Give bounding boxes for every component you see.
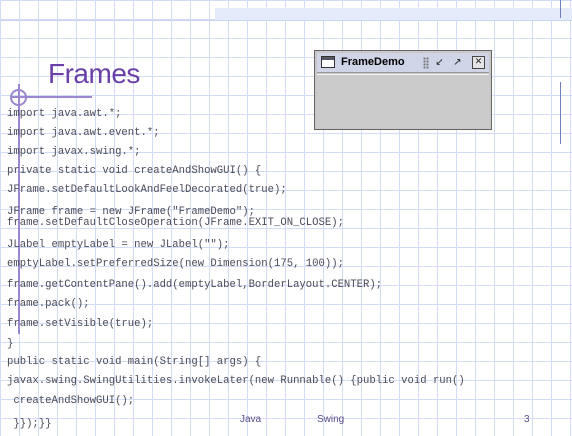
code-line: frame.getContentPane().add(emptyLabel,Bo… bbox=[7, 279, 383, 291]
window-icon[interactable] bbox=[321, 56, 335, 68]
code-line: JFrame.setDefaultLookAndFeelDecorated(tr… bbox=[7, 184, 287, 196]
close-icon[interactable]: ✕ bbox=[472, 56, 485, 69]
page-number: 3 bbox=[524, 414, 530, 425]
minimize-icon[interactable]: ↙ bbox=[433, 56, 446, 69]
framedemo-window: FrameDemo ↙ ↗ ✕ bbox=[314, 50, 492, 130]
code-line: }});}} bbox=[7, 418, 52, 430]
code-line: import javax.swing.*; bbox=[7, 146, 141, 158]
code-line: frame.setVisible(true); bbox=[7, 318, 154, 330]
code-line: frame.pack(); bbox=[7, 298, 90, 310]
code-line: } bbox=[7, 338, 14, 350]
right-rule bbox=[560, 0, 561, 18]
code-line: JLabel emptyLabel = new JLabel(""); bbox=[7, 239, 230, 251]
top-divider bbox=[0, 20, 572, 21]
code-line: frame.setDefaultCloseOperation(JFrame.EX… bbox=[7, 217, 344, 229]
code-line: public static void main(String[] args) { bbox=[7, 356, 262, 368]
slide: Frames import java.awt.*; import java.aw… bbox=[0, 0, 572, 436]
framedemo-title: FrameDemo bbox=[341, 56, 405, 68]
code-line: private static void createAndShowGUI() { bbox=[7, 165, 262, 177]
code-line: import java.awt.event.*; bbox=[7, 127, 160, 139]
footer-left: Java bbox=[240, 414, 262, 425]
code-line: createAndShowGUI(); bbox=[7, 395, 135, 407]
slide-title: Frames bbox=[48, 58, 140, 89]
top-band bbox=[215, 8, 572, 20]
footer-center: Swing bbox=[317, 414, 345, 425]
framedemo-titlebar[interactable]: FrameDemo ↙ ↗ ✕ bbox=[317, 53, 489, 73]
code-line: javax.swing.SwingUtilities.invokeLater(n… bbox=[7, 375, 465, 387]
grip-icon bbox=[423, 57, 429, 69]
framedemo-content-pane bbox=[317, 74, 489, 128]
maximize-icon[interactable]: ↗ bbox=[451, 56, 464, 69]
accent-circle bbox=[10, 89, 27, 106]
right-rule-lower bbox=[560, 82, 561, 144]
code-line: import java.awt.*; bbox=[7, 108, 122, 120]
code-line: emptyLabel.setPreferredSize(new Dimensio… bbox=[7, 258, 344, 270]
